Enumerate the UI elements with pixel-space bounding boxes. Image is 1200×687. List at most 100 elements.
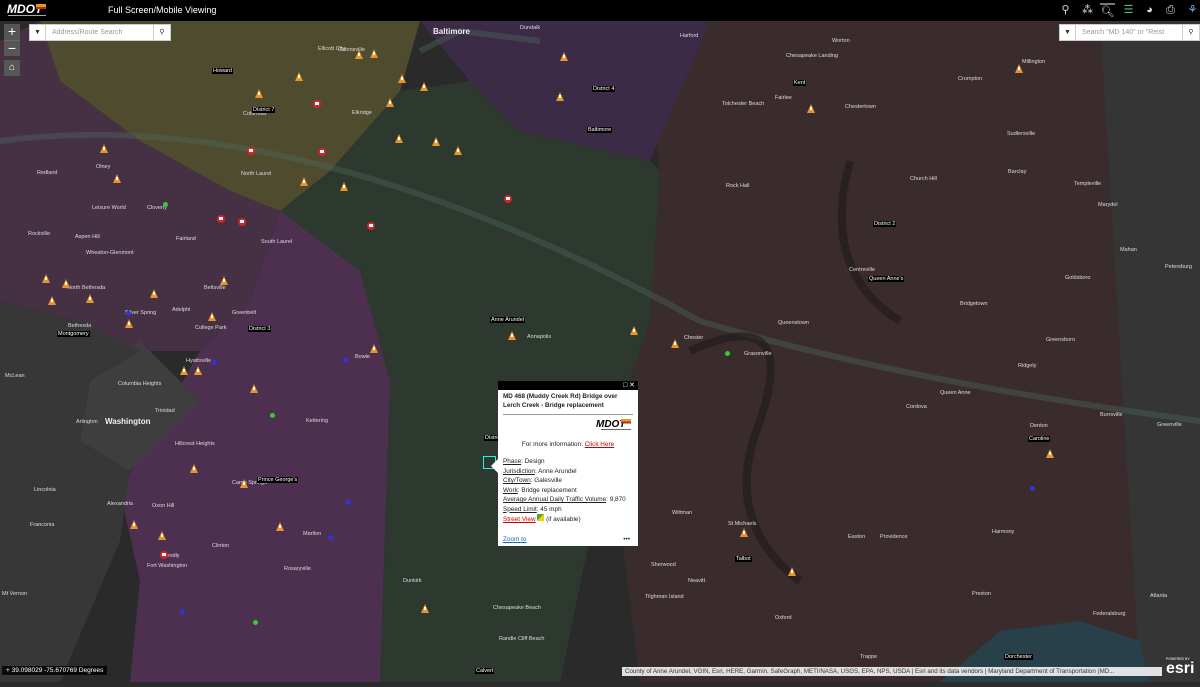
construction-marker-icon[interactable] <box>130 516 138 534</box>
construction-marker-icon[interactable] <box>1015 60 1023 78</box>
route-source-dropdown[interactable]: ▼ <box>1060 25 1076 40</box>
construction-marker-icon[interactable] <box>190 460 198 478</box>
project-point-icon[interactable] <box>270 405 275 423</box>
construction-marker-icon[interactable] <box>240 475 248 493</box>
zoom-to-link[interactable]: Zoom to <box>503 536 526 543</box>
construction-marker-icon[interactable] <box>370 340 378 358</box>
construction-marker-icon[interactable] <box>158 527 166 545</box>
zoom-in-button[interactable]: + <box>4 24 20 40</box>
construction-marker-icon[interactable] <box>630 322 638 340</box>
construction-marker-icon[interactable] <box>454 142 462 160</box>
construction-marker-icon[interactable] <box>48 292 56 310</box>
construction-marker-icon[interactable] <box>398 70 406 88</box>
project-point-icon[interactable] <box>163 194 168 212</box>
construction-marker-icon[interactable] <box>340 178 348 196</box>
construction-marker-icon[interactable] <box>386 94 394 112</box>
construction-marker-icon[interactable] <box>508 327 516 345</box>
construction-marker-icon[interactable] <box>255 85 263 103</box>
construction-marker-icon[interactable] <box>62 275 70 293</box>
layers-network-icon[interactable]: ⚲ <box>1058 3 1073 18</box>
route-search[interactable]: ▼ Search "MD 140" or "Reist ⚲ <box>1059 24 1200 41</box>
bridge-marker-icon[interactable] <box>247 142 255 160</box>
place-label: Adelphi <box>172 307 191 313</box>
construction-marker-icon[interactable] <box>420 78 428 96</box>
bridge-marker-icon[interactable] <box>238 213 246 231</box>
place-label: Grasonville <box>744 351 772 357</box>
construction-marker-icon[interactable] <box>86 290 94 308</box>
search-icon[interactable]: ⚲ <box>153 25 170 40</box>
construction-marker-icon[interactable] <box>295 68 303 86</box>
construction-marker-icon[interactable] <box>556 88 564 106</box>
place-label: Oxford <box>775 615 792 621</box>
construction-marker-icon[interactable] <box>421 600 429 618</box>
construction-marker-icon[interactable] <box>150 285 158 303</box>
place-label: Ellicott City <box>318 46 346 52</box>
close-icon[interactable]: ✕ <box>629 382 635 389</box>
home-button[interactable]: ⌂ <box>4 60 20 76</box>
bridge-marker-icon[interactable] <box>217 210 225 228</box>
search-zoom-icon[interactable]: 🔍︎ <box>1100 3 1115 18</box>
street-view-link[interactable]: Street View <box>503 516 536 523</box>
boundary-label: Prince George's <box>257 477 299 483</box>
construction-marker-icon[interactable] <box>1046 445 1054 463</box>
place-label: Randle Cliff Beach <box>499 636 545 642</box>
project-point-icon[interactable] <box>212 352 217 370</box>
project-point-icon[interactable] <box>328 527 333 545</box>
construction-marker-icon[interactable] <box>300 173 308 191</box>
place-label: Rock Hall <box>726 183 750 189</box>
search-source-dropdown[interactable]: ▼ <box>30 25 46 40</box>
construction-marker-icon[interactable] <box>180 362 188 380</box>
print-icon[interactable]: ⎙ <box>1163 3 1178 18</box>
construction-marker-icon[interactable] <box>250 380 258 398</box>
project-point-icon[interactable] <box>1030 478 1035 496</box>
field-label: City/Town <box>503 477 531 485</box>
project-point-icon[interactable] <box>725 343 730 361</box>
construction-marker-icon[interactable] <box>432 133 440 151</box>
project-point-icon[interactable] <box>180 602 185 620</box>
address-search-input[interactable]: Address/Route Search <box>46 25 153 40</box>
construction-marker-icon[interactable] <box>220 272 228 290</box>
address-search[interactable]: ▼ Address/Route Search ⚲ <box>29 24 171 41</box>
project-point-icon[interactable] <box>343 350 348 368</box>
boundary-label: Anne Arundel <box>490 317 526 323</box>
more-actions-button[interactable]: ••• <box>623 536 630 543</box>
project-point-icon[interactable] <box>253 612 258 630</box>
construction-marker-icon[interactable] <box>395 130 403 148</box>
construction-marker-icon[interactable] <box>740 524 748 542</box>
basemap-palette-icon[interactable]: ◕ <box>1142 3 1157 18</box>
popup-title: MD 468 (Muddy Creek Rd) Bridge over Lerc… <box>503 390 633 415</box>
bridge-marker-icon[interactable] <box>318 143 326 161</box>
share-icon[interactable]: ⚘ <box>1185 3 1200 18</box>
construction-marker-icon[interactable] <box>194 362 202 380</box>
construction-marker-icon[interactable] <box>370 45 378 63</box>
map-services-icon[interactable]: ⁂ <box>1080 3 1095 18</box>
route-search-input[interactable]: Search "MD 140" or "Reist <box>1076 25 1182 40</box>
place-label: Dundalk <box>520 25 541 31</box>
place-label: Lincolnia <box>34 487 56 493</box>
bridge-marker-icon[interactable] <box>313 95 321 113</box>
search-icon[interactable]: ⚲ <box>1182 25 1199 40</box>
construction-marker-icon[interactable] <box>788 563 796 581</box>
construction-marker-icon[interactable] <box>671 335 679 353</box>
construction-marker-icon[interactable] <box>100 140 108 158</box>
construction-marker-icon[interactable] <box>355 46 363 64</box>
maximize-icon[interactable]: □ <box>623 382 627 389</box>
place-label: Easton <box>848 534 866 540</box>
project-point-icon[interactable] <box>346 492 351 510</box>
construction-marker-icon[interactable] <box>807 100 815 118</box>
map-canvas[interactable]: Baltimore Dundalk Catonsville Ellicott C… <box>0 21 1200 682</box>
construction-marker-icon[interactable] <box>208 308 216 326</box>
construction-marker-icon[interactable] <box>113 170 121 188</box>
click-here-link[interactable]: Click Here <box>585 441 614 448</box>
construction-marker-icon[interactable] <box>42 270 50 288</box>
bridge-marker-icon[interactable] <box>160 546 168 564</box>
zoom-out-button[interactable]: − <box>4 40 20 56</box>
legend-list-icon[interactable]: ☰ <box>1121 3 1136 18</box>
construction-marker-icon[interactable] <box>276 518 284 536</box>
construction-marker-icon[interactable] <box>560 48 568 66</box>
place-label: Wittman <box>672 510 693 516</box>
project-point-icon[interactable] <box>126 303 131 321</box>
bridge-marker-icon[interactable] <box>367 217 375 235</box>
bridge-marker-icon[interactable] <box>504 190 512 208</box>
boundary-label: Howard <box>212 68 233 74</box>
